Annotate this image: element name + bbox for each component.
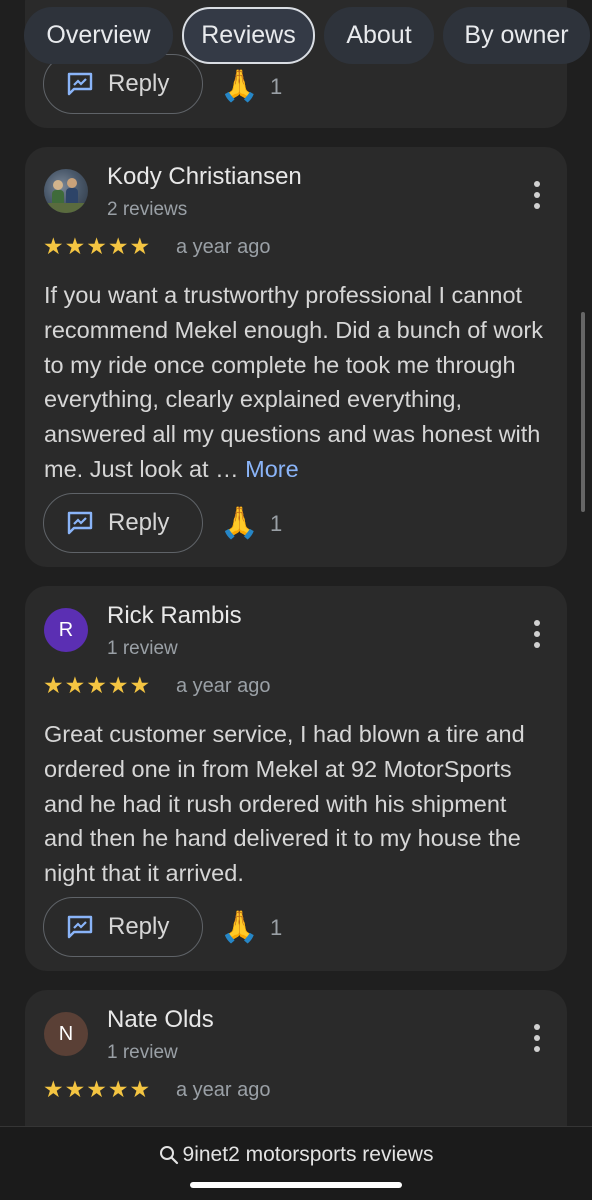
reviewer-review-count: 1 review xyxy=(107,638,178,659)
reaction-count: 1 xyxy=(270,511,283,536)
reply-icon xyxy=(67,915,93,939)
thanks-reaction-icon[interactable]: 🙏 xyxy=(220,908,259,945)
review-card: R Rick Rambis 1 review ★★★★★ a year ago … xyxy=(25,586,567,971)
reaction-count: 1 xyxy=(270,74,283,99)
review-date: a year ago xyxy=(176,236,271,258)
reviewer-review-count: 2 reviews xyxy=(107,199,188,220)
reply-label: Reply xyxy=(108,509,170,536)
tab-reviews[interactable]: Reviews xyxy=(182,7,315,64)
more-options-icon[interactable] xyxy=(533,620,541,648)
more-options-icon[interactable] xyxy=(533,181,541,209)
reaction-count: 1 xyxy=(270,915,283,940)
reviewer-name[interactable]: Nate Olds xyxy=(107,1006,214,1034)
star-rating: ★★★★★ xyxy=(43,672,152,698)
home-indicator[interactable] xyxy=(190,1182,402,1188)
bottom-bar: 9inet2 motorsports reviews xyxy=(0,1126,592,1200)
reviewer-name[interactable]: Rick Rambis xyxy=(107,602,242,630)
tab-by-owner[interactable]: By owner xyxy=(443,7,590,64)
avatar[interactable]: N xyxy=(44,1012,88,1056)
scrollbar[interactable] xyxy=(581,312,585,512)
search-label: 9inet2 motorsports reviews xyxy=(182,1143,434,1166)
avatar[interactable]: R xyxy=(44,608,88,652)
more-link[interactable]: More xyxy=(245,456,299,482)
tab-bar: Overview Reviews About By owner xyxy=(0,0,592,70)
tab-about[interactable]: About xyxy=(324,7,434,64)
star-rating: ★★★★★ xyxy=(43,1076,152,1102)
reply-icon xyxy=(67,511,93,535)
reviewer-review-count: 1 review xyxy=(107,1042,178,1063)
reply-label: Reply xyxy=(108,913,170,940)
thanks-reaction-icon[interactable]: 🙏 xyxy=(220,67,259,104)
search-query[interactable]: 9inet2 motorsports reviews xyxy=(0,1143,592,1167)
review-body: If you want a trustworthy professional I… xyxy=(44,282,543,482)
thanks-reaction-icon[interactable]: 🙏 xyxy=(220,504,259,541)
review-card: Kody Christiansen 2 reviews ★★★★★ a year… xyxy=(25,147,567,567)
reply-button[interactable]: Reply xyxy=(43,493,203,553)
star-rating: ★★★★★ xyxy=(43,233,152,259)
review-text: If you want a trustworthy professional I… xyxy=(44,278,552,487)
reviewer-name[interactable]: Kody Christiansen xyxy=(107,163,302,191)
reply-label: Reply xyxy=(108,70,170,97)
reply-button[interactable]: Reply xyxy=(43,897,203,957)
tab-overview[interactable]: Overview xyxy=(24,7,173,64)
reply-icon xyxy=(67,72,93,96)
avatar[interactable] xyxy=(44,169,88,213)
review-date: a year ago xyxy=(176,675,271,697)
search-icon xyxy=(159,1146,178,1165)
review-date: a year ago xyxy=(176,1079,271,1101)
review-text: Great customer service, I had blown a ti… xyxy=(44,721,525,887)
more-options-icon[interactable] xyxy=(533,1024,541,1052)
